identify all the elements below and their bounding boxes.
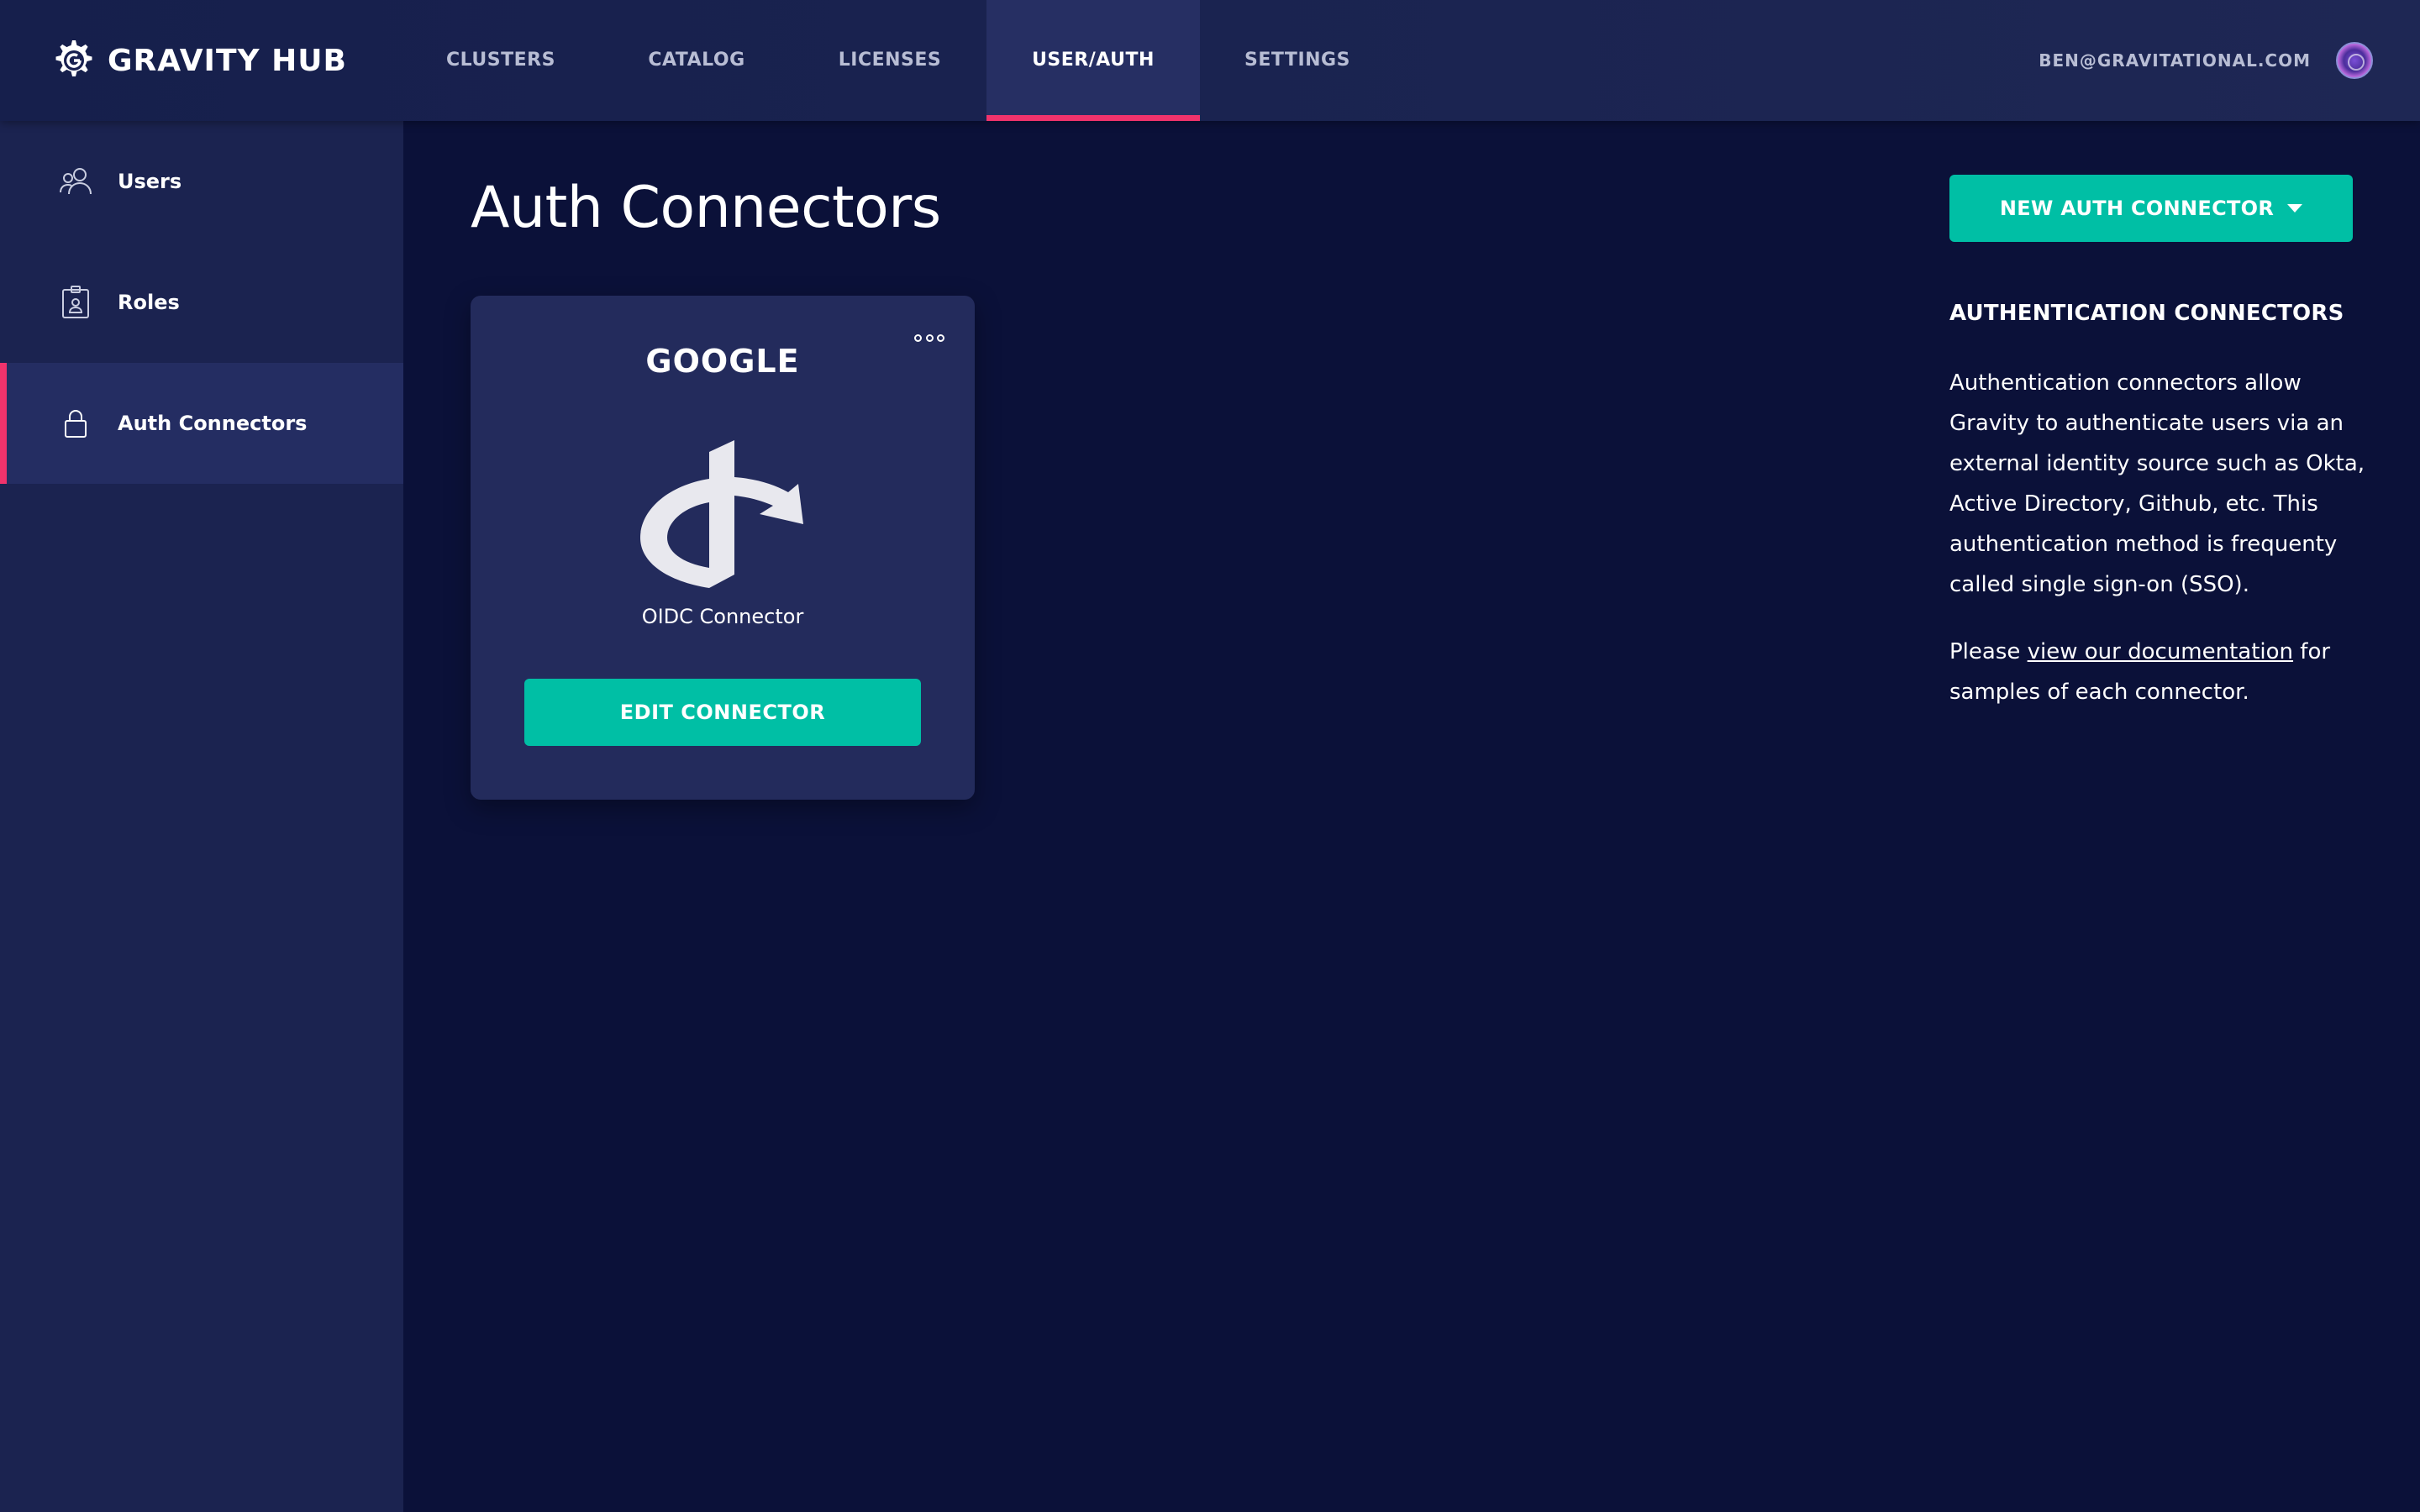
user-email[interactable]: BEN@GRAVITATIONAL.COM <box>2039 0 2311 121</box>
users-icon <box>59 165 92 198</box>
info-heading: AUTHENTICATION CONNECTORS <box>1949 301 2344 326</box>
doc-prefix: Please <box>1949 639 2028 664</box>
info-description: Authentication connectors allow Gravity … <box>1949 370 2365 597</box>
sidebar-item-label: Roles <box>118 291 180 314</box>
sidebar-item-label: Auth Connectors <box>118 412 308 435</box>
avatar[interactable] <box>2336 42 2373 79</box>
sidebar-item-label: Users <box>118 170 182 193</box>
new-auth-connector-button[interactable]: NEW AUTH CONNECTOR <box>1949 175 2353 242</box>
chevron-down-icon <box>2287 204 2303 213</box>
sidebar: Users Roles Auth Connectors <box>0 121 403 1512</box>
page-title: Auth Connectors <box>471 175 941 241</box>
connector-name: GOOGLE <box>645 343 800 380</box>
connector-type: OIDC Connector <box>641 605 804 628</box>
sidebar-item-roles[interactable]: Roles <box>0 242 403 363</box>
lock-icon <box>59 407 92 440</box>
tab-clusters[interactable]: CLUSTERS <box>425 0 576 121</box>
sidebar-item-auth-connectors[interactable]: Auth Connectors <box>0 363 403 484</box>
connector-card: GOOGLE OIDC Connector EDIT CONNECTOR <box>471 296 975 800</box>
openid-icon <box>640 440 803 588</box>
top-navigation-bar: GRAVITY HUB CLUSTERS CATALOG LICENSES US… <box>0 0 2420 121</box>
tab-catalog[interactable]: CATALOG <box>620 0 773 121</box>
brand[interactable]: GRAVITY HUB <box>52 37 347 84</box>
tab-licenses[interactable]: LICENSES <box>817 0 963 121</box>
info-documentation: Please view our documentation for sample… <box>1949 632 2370 712</box>
tab-settings[interactable]: SETTINGS <box>1225 0 1370 121</box>
badge-icon <box>59 286 92 319</box>
brand-name: GRAVITY HUB <box>108 43 347 78</box>
edit-connector-button[interactable]: EDIT CONNECTOR <box>524 679 921 746</box>
tab-user-auth[interactable]: USER/AUTH <box>986 0 1200 121</box>
gear-logo-icon <box>55 40 92 76</box>
new-auth-connector-label: NEW AUTH CONNECTOR <box>1999 197 2275 220</box>
sidebar-item-users[interactable]: Users <box>0 121 403 242</box>
documentation-link[interactable]: view our documentation <box>2028 639 2293 664</box>
